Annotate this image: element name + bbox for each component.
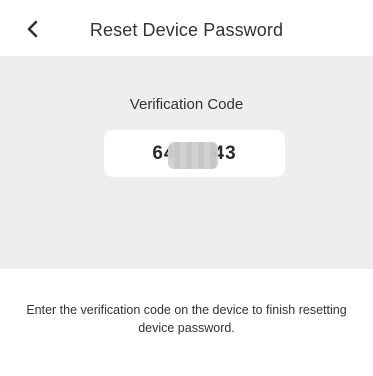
page-title: Reset Device Password bbox=[89, 20, 284, 40]
instructions-text: Enter the verification code on the devic… bbox=[0, 301, 373, 337]
top-bar: Reset Device Password bbox=[0, 0, 373, 56]
code-redaction-blur bbox=[168, 142, 218, 169]
instructions-line-1: Enter the verification code on the devic… bbox=[26, 303, 347, 317]
instructions-line-2: device password. bbox=[138, 321, 235, 335]
verification-code-box: 64 43 bbox=[104, 130, 285, 177]
reset-password-screen: Reset Device Password Verification Code … bbox=[0, 0, 373, 376]
verification-code-label: Verification Code bbox=[129, 96, 244, 113]
verification-panel: Verification Code 64 43 bbox=[0, 56, 373, 269]
